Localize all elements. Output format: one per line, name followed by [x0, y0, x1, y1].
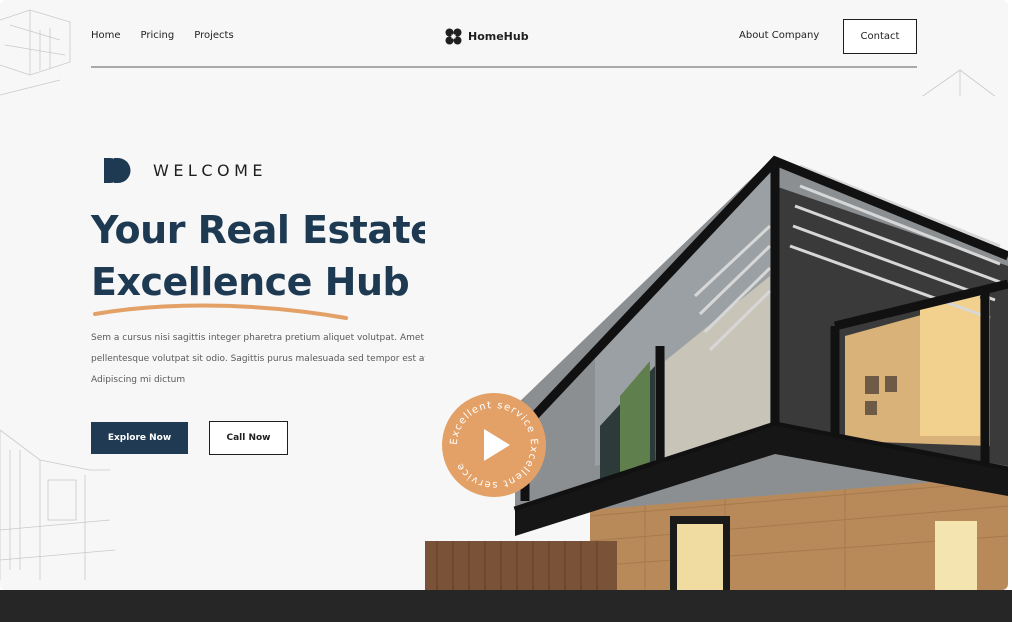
- nav-link-about-company[interactable]: About Company: [739, 30, 819, 41]
- double-chevron-icon: [104, 158, 131, 183]
- welcome-label: WELCOME: [153, 161, 268, 180]
- sketch-building-top-left-decoration: [0, 9, 71, 96]
- brand-name: HomeHub: [468, 30, 529, 43]
- contact-button[interactable]: Contact: [843, 19, 917, 54]
- bottom-bar: [0, 590, 1012, 622]
- hero-title-line-2: Excellence Hub: [91, 260, 410, 304]
- title-underline-swash: [93, 303, 348, 320]
- welcome-eyebrow: WELCOME: [104, 158, 267, 183]
- primary-nav: Home Pricing Projects: [91, 30, 234, 41]
- modern-house-image: [425, 96, 1008, 590]
- excellent-service-play-badge[interactable]: Excellent service Excellent service: [442, 393, 546, 497]
- hero-description: Sem a cursus nisi sagittis integer phare…: [91, 333, 431, 385]
- hero-title-line-1: Your Real Estate: [91, 208, 436, 252]
- nav-link-projects[interactable]: Projects: [194, 30, 233, 41]
- nav-divider: [91, 66, 917, 68]
- four-leaf-logo-icon: [445, 28, 462, 45]
- explore-now-button[interactable]: Explore Now: [91, 422, 188, 454]
- call-now-button[interactable]: Call Now: [209, 421, 288, 455]
- nav-link-home[interactable]: Home: [91, 30, 121, 41]
- brand-logo[interactable]: HomeHub: [445, 28, 529, 45]
- nav-link-pricing[interactable]: Pricing: [141, 30, 175, 41]
- landing-page: Home Pricing Projects HomeHub About Comp…: [0, 0, 1008, 590]
